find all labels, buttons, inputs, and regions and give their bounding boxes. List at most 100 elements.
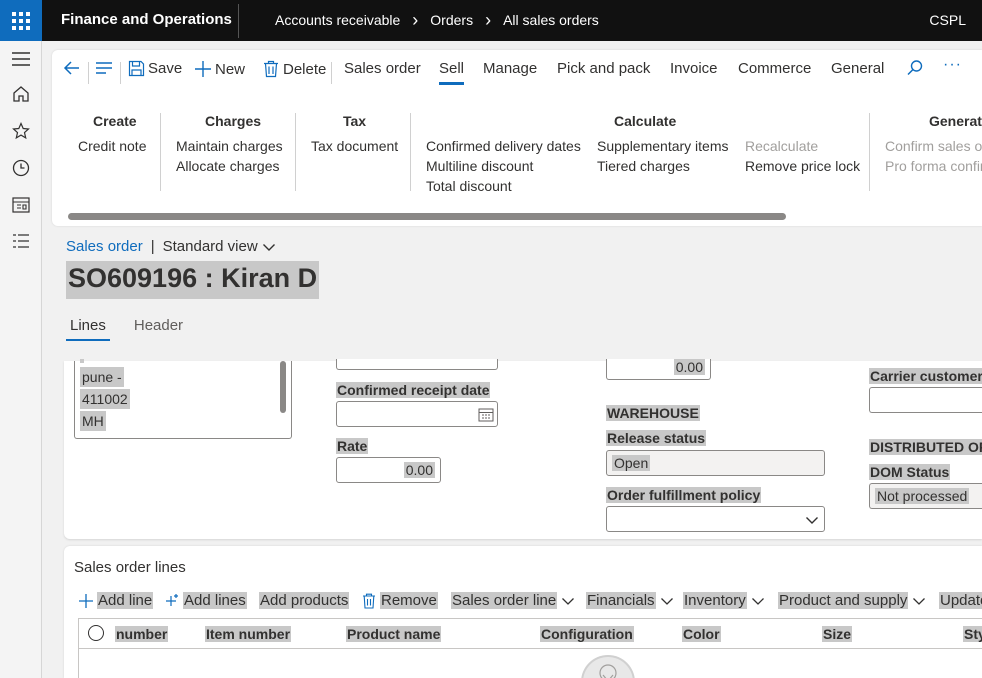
release-status-field: Open bbox=[606, 450, 825, 476]
add-line-button[interactable]: Add line bbox=[78, 592, 154, 609]
tab-lines[interactable]: Lines bbox=[66, 317, 110, 341]
carrier-customer-account-input[interactable] bbox=[869, 387, 982, 413]
tab-sales-order[interactable]: Sales order bbox=[344, 60, 421, 77]
action-bar: Save New Delete Sales order Sell Manage … bbox=[52, 50, 982, 90]
multiline-discount-link[interactable]: Multiline discount bbox=[426, 158, 533, 174]
address-scrollbar[interactable] bbox=[280, 361, 286, 413]
clock-icon[interactable] bbox=[11, 158, 31, 178]
new-button[interactable]: New bbox=[194, 60, 245, 78]
chevron-down-icon[interactable] bbox=[805, 515, 819, 525]
select-all-radio[interactable] bbox=[88, 625, 104, 641]
supplementary-items-link[interactable]: Supplementary items bbox=[597, 138, 729, 154]
group-tax-title: Tax bbox=[343, 113, 367, 129]
arrow-left-icon bbox=[63, 61, 79, 75]
save-label: Save bbox=[148, 60, 183, 77]
column-header-line-number[interactable]: number bbox=[115, 626, 169, 642]
delete-button[interactable]: Delete bbox=[263, 60, 326, 78]
amount-input[interactable]: 0.00 bbox=[606, 359, 711, 380]
plus-icon bbox=[195, 61, 211, 77]
confirmed-receipt-date-input[interactable] bbox=[336, 401, 498, 427]
column-header-color[interactable]: Color bbox=[682, 626, 721, 642]
star-icon[interactable] bbox=[11, 121, 31, 141]
column-header-style[interactable]: Sty bbox=[963, 626, 982, 642]
add-line-label: Add line bbox=[97, 592, 154, 609]
tab-header[interactable]: Header bbox=[130, 317, 187, 341]
tiered-charges-link[interactable]: Tiered charges bbox=[597, 158, 690, 174]
warehouse-section-title: WAREHOUSE bbox=[606, 405, 700, 421]
tax-document-link[interactable]: Tax document bbox=[311, 138, 398, 154]
hamburger-icon[interactable] bbox=[11, 49, 31, 69]
remove-button[interactable]: Remove bbox=[362, 592, 438, 609]
total-discount-link[interactable]: Total discount bbox=[426, 178, 512, 194]
inventory-label: Inventory bbox=[683, 592, 747, 609]
confirmed-receipt-date-label: Confirmed receipt date bbox=[336, 382, 491, 398]
credit-note-link[interactable]: Credit note bbox=[78, 138, 146, 154]
maintain-charges-link[interactable]: Maintain charges bbox=[176, 138, 283, 154]
separator bbox=[88, 62, 89, 84]
amount-value: 0.00 bbox=[673, 359, 705, 375]
horizontal-scrollbar[interactable] bbox=[68, 213, 786, 220]
app-title[interactable]: Finance and Operations bbox=[61, 11, 232, 28]
financials-menu[interactable]: Financials bbox=[586, 592, 674, 609]
menu-toggle-button[interactable] bbox=[94, 58, 114, 78]
tab-pick-and-pack[interactable]: Pick and pack bbox=[557, 60, 650, 77]
tab-invoice[interactable]: Invoice bbox=[670, 60, 718, 77]
address-field[interactable]: pune - 411002 MH bbox=[74, 359, 292, 439]
date-input-partial[interactable] bbox=[336, 359, 498, 370]
sales-order-link[interactable]: Sales order bbox=[66, 238, 143, 255]
confirmed-delivery-dates-link[interactable]: Confirmed delivery dates bbox=[426, 138, 581, 154]
top-bar: Finance and Operations Accounts receivab… bbox=[0, 0, 982, 41]
company-picker[interactable]: CSPL bbox=[929, 12, 966, 28]
group-separator bbox=[410, 113, 411, 191]
list-lines-icon bbox=[96, 62, 112, 74]
dom-status-value: Not processed bbox=[875, 488, 970, 504]
new-label: New bbox=[215, 60, 246, 78]
address-line-fragment bbox=[80, 359, 84, 363]
page-title: SO609196 : Kiran D bbox=[66, 261, 320, 299]
product-and-supply-menu[interactable]: Product and supply bbox=[778, 592, 926, 609]
add-lines-button[interactable]: Add lines bbox=[164, 592, 247, 609]
rate-value: 0.00 bbox=[403, 462, 435, 478]
search-button[interactable] bbox=[906, 59, 924, 77]
release-status-value: Open bbox=[612, 455, 651, 471]
sales-order-line-menu[interactable]: Sales order line bbox=[451, 592, 575, 609]
tab-manage[interactable]: Manage bbox=[483, 60, 537, 77]
search-icon bbox=[907, 60, 923, 76]
view-selector[interactable]: Standard view bbox=[163, 238, 258, 255]
order-fulfillment-policy-select[interactable] bbox=[606, 506, 825, 532]
tab-sell[interactable]: Sell bbox=[439, 60, 465, 85]
trash-icon bbox=[264, 60, 278, 78]
more-options-button[interactable]: ··· bbox=[943, 56, 962, 74]
dom-status-field: Not processed bbox=[869, 483, 982, 509]
home-icon[interactable] bbox=[11, 84, 31, 104]
lines-title: Sales order lines bbox=[74, 559, 186, 576]
breadcrumb-orders[interactable]: Orders bbox=[430, 12, 473, 28]
tab-general[interactable]: General bbox=[831, 60, 884, 77]
workspace-icon[interactable] bbox=[11, 195, 31, 215]
column-header-item-number[interactable]: Item number bbox=[205, 626, 292, 642]
calendar-icon[interactable] bbox=[478, 407, 494, 422]
inventory-menu[interactable]: Inventory bbox=[683, 592, 765, 609]
trash-icon bbox=[363, 593, 375, 609]
app-launcher-button[interactable] bbox=[0, 0, 42, 41]
group-create-title: Create bbox=[93, 113, 137, 129]
back-button[interactable] bbox=[62, 58, 82, 78]
save-button[interactable]: Save bbox=[128, 60, 182, 77]
rate-input[interactable]: 0.00 bbox=[336, 457, 441, 483]
list-icon[interactable] bbox=[11, 231, 31, 251]
update-line-menu[interactable]: Update bbox=[939, 592, 982, 609]
add-products-button[interactable]: Add products bbox=[259, 592, 350, 609]
distributed-order-section-title: DISTRIBUTED ORI bbox=[869, 439, 982, 455]
remove-price-lock-link[interactable]: Remove price lock bbox=[745, 158, 860, 174]
chevron-down-icon[interactable] bbox=[262, 242, 276, 252]
column-header-product-name[interactable]: Product name bbox=[346, 626, 442, 642]
column-header-configuration[interactable]: Configuration bbox=[540, 626, 634, 642]
tab-commerce[interactable]: Commerce bbox=[738, 60, 811, 77]
breadcrumb-all-sales-orders[interactable]: All sales orders bbox=[503, 12, 599, 28]
breadcrumb-accounts-receivable[interactable]: Accounts receivable bbox=[275, 12, 400, 28]
release-status-label: Release status bbox=[606, 430, 707, 446]
column-header-size[interactable]: Size bbox=[822, 626, 853, 642]
allocate-charges-link[interactable]: Allocate charges bbox=[176, 158, 280, 174]
save-icon bbox=[128, 60, 145, 77]
recalculate-link: Recalculate bbox=[745, 138, 819, 154]
